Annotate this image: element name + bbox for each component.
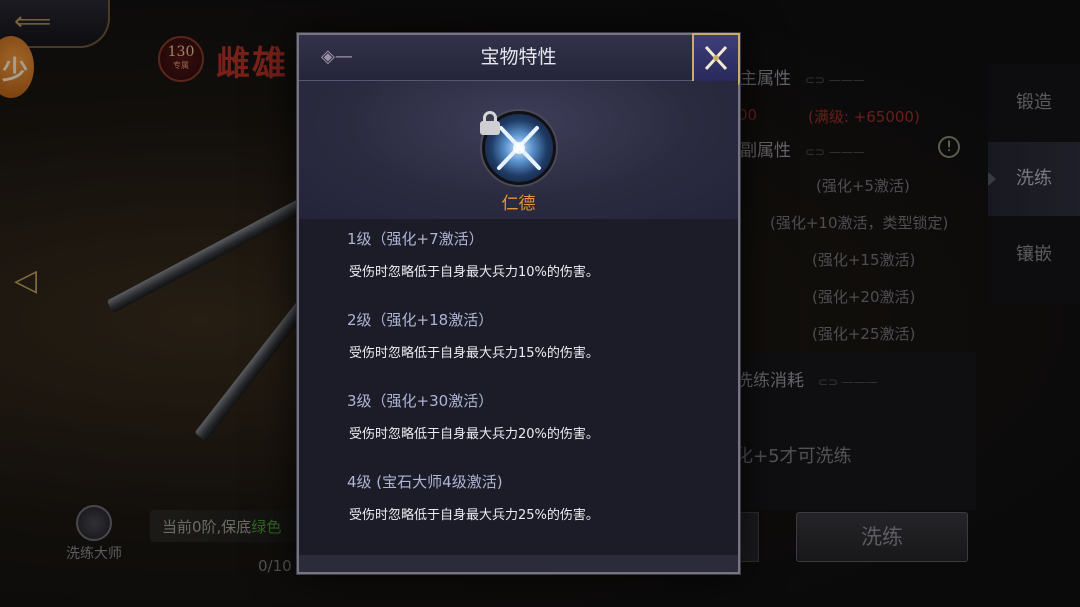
level-title: 1级（强化+7激活） — [347, 230, 484, 248]
dialog-header: ◈— 宝物特性 — [299, 35, 738, 81]
close-button[interactable] — [692, 33, 740, 87]
level-title: 3级（强化+30激活） — [347, 392, 494, 410]
level-description: 受伤时忽略低于自身最大兵力10%的伤害。 — [349, 265, 599, 280]
dialog-title: 宝物特性 — [480, 46, 557, 68]
treasure-trait-dialog: ◈— 宝物特性 仁德 1级（强化+7激活） 受伤时忽略低于自身最大兵力10%的伤… — [297, 33, 740, 574]
level-description: 受伤时忽略低于自身最大兵力20%的伤害。 — [349, 427, 599, 442]
level-title: 4级 (宝石大师4级激活) — [347, 473, 503, 491]
level-list: 1级（强化+7激活） 受伤时忽略低于自身最大兵力10%的伤害。 2级（强化+18… — [299, 219, 738, 555]
dialog-footer — [299, 555, 738, 572]
level-description: 受伤时忽略低于自身最大兵力15%的伤害。 — [349, 346, 599, 361]
skill-display: 仁德 — [299, 81, 738, 219]
level-title: 2级（强化+18激活） — [347, 311, 494, 329]
skill-name: 仁德 — [501, 194, 536, 214]
lock-icon — [479, 111, 501, 135]
close-icon — [704, 45, 728, 71]
level-description: 受伤时忽略低于自身最大兵力25%的伤害。 — [349, 508, 599, 523]
